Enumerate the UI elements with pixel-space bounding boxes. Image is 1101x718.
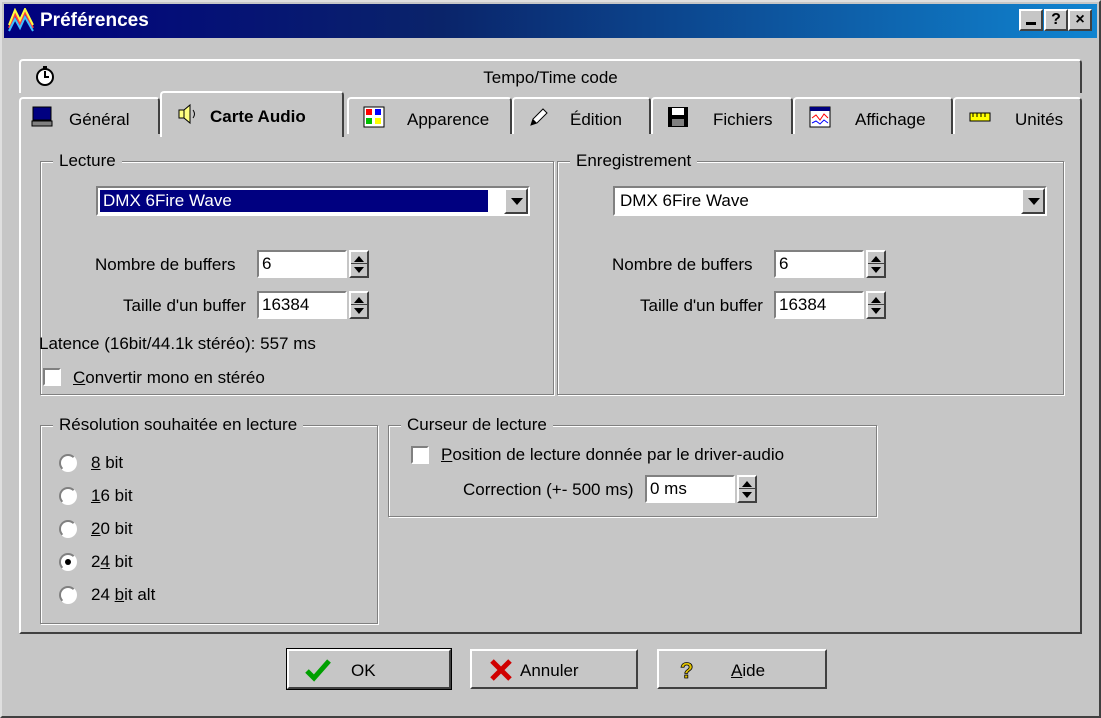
carte-audio-panel: Lecture DMX 6Fire Wave Nombre de buffers… [19, 134, 1082, 634]
aide-button-label: Aide [731, 661, 766, 680]
enregistrement-device-value: DMX 6Fire Wave [620, 191, 749, 210]
ruler-icon [969, 112, 991, 122]
close-button[interactable]: × [1068, 9, 1092, 31]
lecture-size-input[interactable]: 16384 [257, 291, 347, 319]
radio-8-bit-label: 8 bit [91, 453, 124, 472]
tab-label: Fichiers [713, 110, 773, 129]
latency-text: Latence (16bit/44.1k stéréo): 557 ms [39, 334, 316, 353]
radio-24-bit[interactable] [59, 553, 77, 571]
aide-button[interactable]: ? Aide [657, 649, 827, 689]
chevron-down-icon[interactable] [504, 188, 528, 214]
radio-24-bit-label: 24 bit [91, 552, 133, 571]
radio-20-bit-label: 20 bit [91, 519, 133, 538]
tab-label: Affichage [855, 110, 926, 129]
lecture-device-value: DMX 6Fire Wave [100, 190, 488, 212]
tab-label: Unités [1015, 110, 1064, 129]
enregistrement-group: Enregistrement DMX 6Fire Wave Nombre de … [557, 151, 1064, 395]
minimize-icon [1026, 22, 1036, 25]
enregistrement-buffers-label: Nombre de buffers [612, 255, 753, 274]
correction-label: Correction (+- 500 ms) [463, 480, 634, 499]
palette-icon [363, 106, 385, 128]
curseur-group: Curseur de lecture Position de lecture d… [388, 415, 877, 517]
display-icon [809, 106, 831, 128]
radio-24-bit-alt-label: 24 bit alt [91, 585, 156, 604]
lecture-size-label: Taille d'un buffer [123, 296, 246, 315]
radio-8-bit[interactable] [59, 454, 77, 472]
curseur-group-title: Curseur de lecture [401, 415, 553, 435]
ok-button[interactable]: OK [286, 648, 452, 690]
tab-label: Édition [570, 110, 622, 129]
tab-edition[interactable]: Édition [512, 97, 651, 135]
convert-mono-checkbox[interactable] [43, 368, 61, 386]
enregistrement-size-label: Taille d'un buffer [640, 296, 763, 315]
radio-selected-dot [65, 559, 71, 565]
checkmark-icon [305, 659, 331, 682]
radio-24-bit-alt[interactable] [59, 586, 77, 604]
tab-carte-audio[interactable]: Carte Audio [160, 91, 344, 137]
svg-text:?: ? [680, 658, 693, 683]
enregistrement-size-input[interactable]: 16384 [774, 291, 864, 319]
tab-label: Tempo/Time code [483, 68, 618, 87]
annuler-button[interactable]: Annuler [470, 649, 638, 689]
enregistrement-device-select[interactable]: DMX 6Fire Wave [613, 186, 1047, 216]
radio-20-bit[interactable] [59, 520, 77, 538]
enregistrement-size-spinner[interactable] [866, 291, 886, 319]
enregistrement-buffers-spinner[interactable] [866, 250, 886, 278]
lecture-size-spinner[interactable] [349, 291, 369, 319]
title-bar[interactable]: Préférences ? × [4, 4, 1097, 38]
tab-tempo-time-code[interactable]: Tempo/Time code [19, 59, 1082, 93]
cross-icon [490, 659, 512, 681]
tab-label: Général [69, 110, 130, 129]
radio-16-bit[interactable] [59, 487, 77, 505]
lecture-group-title: Lecture [53, 151, 122, 171]
enregistrement-buffers-input[interactable]: 6 [774, 250, 864, 278]
pencil-icon [530, 108, 548, 126]
minimize-button[interactable] [1019, 9, 1043, 31]
tab-label: Carte Audio [210, 107, 306, 126]
window-title: Préférences [40, 10, 149, 31]
speaker-icon [178, 103, 195, 125]
tab-general[interactable]: Général [19, 97, 160, 135]
enregistrement-group-title: Enregistrement [570, 151, 698, 171]
lecture-buffers-spinner[interactable] [349, 250, 369, 278]
tab-label: Apparence [407, 110, 490, 129]
help-icon: ? [680, 658, 694, 683]
radio-16-bit-label: 16 bit [91, 486, 133, 505]
tab-apparence[interactable]: Apparence [347, 97, 512, 135]
floppy-icon [668, 107, 688, 127]
resolution-group-title: Résolution souhaitée en lecture [53, 415, 304, 435]
correction-input[interactable]: 0 ms [645, 475, 735, 503]
tab-fichiers[interactable]: Fichiers [651, 97, 793, 135]
chevron-down-icon[interactable] [1021, 188, 1045, 214]
lecture-buffers-input[interactable]: 6 [257, 250, 347, 278]
lecture-device-select[interactable]: DMX 6Fire Wave [96, 186, 530, 216]
tab-unites[interactable]: Unités [953, 97, 1082, 135]
correction-spinner[interactable] [737, 475, 757, 503]
position-driver-checkbox[interactable] [411, 446, 429, 464]
position-driver-label: Position de lecture donnée par le driver… [441, 445, 785, 464]
resolution-group: Résolution souhaitée en lecture 8 bit 16… [40, 415, 378, 624]
lecture-buffers-label: Nombre de buffers [95, 255, 236, 274]
convert-mono-label: Convertir mono en stéréo [73, 368, 265, 387]
preferences-window: Préférences ? × Tempo/Time code Général … [0, 0, 1101, 718]
ok-button-label: OK [351, 661, 376, 680]
lecture-group: Lecture DMX 6Fire Wave Nombre de buffers… [39, 151, 554, 395]
tab-affichage[interactable]: Affichage [793, 97, 953, 135]
help-button[interactable]: ? [1044, 9, 1068, 31]
monitor-icon [31, 106, 53, 127]
app-wave-icon [8, 8, 34, 32]
annuler-button-label: Annuler [520, 661, 579, 680]
